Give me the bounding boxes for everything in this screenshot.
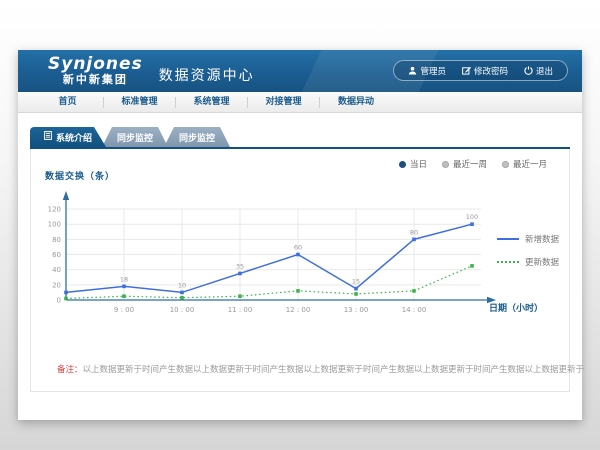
svg-text:100: 100 xyxy=(48,221,61,229)
user-action-user[interactable]: 管理员 xyxy=(400,65,454,77)
footnote-text: 以上数据更新于时间产生数据以上数据更新于时间产生数据以上数据更新于时间产生数据以… xyxy=(83,365,585,375)
main-nav: 首页标准管理系统管理对接管理数据异动 xyxy=(18,92,582,113)
svg-text:12 : 00: 12 : 00 xyxy=(286,306,311,314)
legend-label: 新增数据 xyxy=(525,233,559,245)
company-logo: Synjones 新中新集团 xyxy=(48,56,143,85)
app-window: Synjones 新中新集团 数据资源中心 管理员修改密码退出 首页标准管理系统… xyxy=(18,50,582,420)
svg-text:80: 80 xyxy=(52,236,61,244)
svg-text:11 : 00: 11 : 00 xyxy=(228,306,253,314)
line-chart: 0 20 40 60 80 100 120 9 : 00 10 : 00 11 : 00 12 : … xyxy=(41,183,511,333)
edit-icon xyxy=(462,66,471,75)
radio-label: 最近一周 xyxy=(453,158,487,170)
footnote-label: 备注： xyxy=(57,365,83,375)
svg-text:13 : 00: 13 : 00 xyxy=(344,306,369,314)
chart-legend: 新增数据更新数据 xyxy=(497,233,559,268)
page-title: 数据资源中心 xyxy=(159,65,255,85)
svg-text:35: 35 xyxy=(236,262,244,270)
legend-item-0: 新增数据 xyxy=(497,233,559,245)
y-axis-title: 数据交换（条） xyxy=(45,169,115,182)
radio-label: 最近一月 xyxy=(513,158,547,170)
svg-text:60: 60 xyxy=(52,251,61,259)
nav-item-4[interactable]: 数据异动 xyxy=(320,97,392,108)
logo-text-cn: 新中新集团 xyxy=(48,74,143,86)
app-header: Synjones 新中新集团 数据资源中心 管理员 修改密码 退出 xyxy=(18,50,582,92)
svg-text:20: 20 xyxy=(52,281,61,289)
radio-dot xyxy=(502,161,509,168)
footnote: 备注：以上数据更新于时间产生数据以上数据更新于时间产生数据以上数据更新于时间产生… xyxy=(57,363,584,375)
svg-text:100: 100 xyxy=(466,213,478,221)
user-action-label: 管理员 xyxy=(420,65,446,77)
power-icon xyxy=(524,66,533,75)
nav-item-0[interactable]: 首页 xyxy=(32,97,104,108)
svg-text:60: 60 xyxy=(294,244,302,252)
radio-option-0[interactable]: 当日 xyxy=(399,158,427,170)
svg-text:0: 0 xyxy=(57,297,61,305)
radio-option-1[interactable]: 最近一周 xyxy=(442,158,487,170)
legend-swatch xyxy=(497,238,519,240)
legend-label: 更新数据 xyxy=(525,256,559,268)
chart-panel: 当日 最近一周 最近一月 数据交换（条） 0 20 40 60 80 100 120 9 : 00… xyxy=(30,149,570,392)
user-action-power[interactable]: 退出 xyxy=(516,65,561,77)
radio-option-2[interactable]: 最近一月 xyxy=(502,158,547,170)
user-action-label: 退出 xyxy=(536,65,553,77)
x-axis-title: 日期（小时） xyxy=(489,301,543,314)
radio-label: 当日 xyxy=(410,158,427,170)
tab-2[interactable]: 同步监控 xyxy=(164,127,230,147)
svg-text:14 : 00: 14 : 00 xyxy=(402,306,427,314)
svg-text:40: 40 xyxy=(52,266,61,274)
svg-text:10 : 00: 10 : 00 xyxy=(170,306,195,314)
radio-dot xyxy=(399,161,406,168)
tab-1[interactable]: 同步监控 xyxy=(102,127,168,147)
tab-label: 系统介绍 xyxy=(56,131,92,144)
logo-text-en: Synjones xyxy=(48,56,143,74)
time-range-filter: 当日 最近一周 最近一月 xyxy=(399,158,547,170)
tab-label: 同步监控 xyxy=(179,131,215,144)
legend-item-1: 更新数据 xyxy=(497,256,559,268)
radio-dot xyxy=(442,161,449,168)
nav-item-3[interactable]: 对接管理 xyxy=(248,97,320,108)
content-area: 系统介绍 同步监控 同步监控 当日 最近一周 最近一月 数据交换（条） 0 20 40 60 8… xyxy=(18,113,582,392)
user-action-edit[interactable]: 修改密码 xyxy=(454,65,516,77)
nav-item-2[interactable]: 系统管理 xyxy=(176,97,248,108)
user-icon xyxy=(408,66,417,75)
tab-bar: 系统介绍 同步监控 同步监控 xyxy=(30,127,570,147)
svg-text:10: 10 xyxy=(178,281,186,289)
doc-icon xyxy=(44,131,52,143)
svg-text:80: 80 xyxy=(410,228,418,236)
svg-text:15: 15 xyxy=(352,278,360,286)
user-action-label: 修改密码 xyxy=(474,65,508,77)
svg-text:18: 18 xyxy=(120,275,128,283)
legend-swatch xyxy=(497,261,519,263)
svg-text:9 : 00: 9 : 00 xyxy=(114,306,134,314)
svg-text:120: 120 xyxy=(48,206,61,214)
tab-0[interactable]: 系统介绍 xyxy=(30,127,106,147)
user-actions-bar: 管理员 修改密码 退出 xyxy=(393,60,568,81)
nav-item-1[interactable]: 标准管理 xyxy=(104,97,176,108)
tab-label: 同步监控 xyxy=(117,131,153,144)
